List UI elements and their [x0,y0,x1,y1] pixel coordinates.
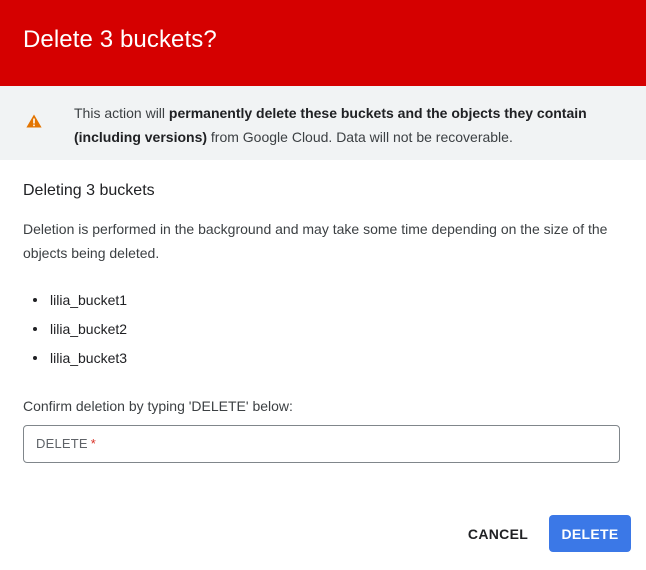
bullet-icon [33,327,37,331]
bucket-list: lilia_bucket1 lilia_bucket2 lilia_bucket… [23,289,127,376]
bullet-icon [33,298,37,302]
bucket-name: lilia_bucket3 [50,350,128,366]
delete-buckets-dialog: Delete 3 buckets? This action will perma… [0,0,646,570]
section-title: Deleting 3 buckets [23,182,155,199]
warning-text-part2: from Google Cloud. Data will not be reco… [207,129,513,145]
bullet-icon [33,356,37,360]
warning-icon [26,114,42,128]
cancel-button[interactable]: CANCEL [460,517,536,551]
confirm-label: Confirm deletion by typing 'DELETE' belo… [23,398,293,414]
bucket-name: lilia_bucket2 [50,321,128,337]
list-item: lilia_bucket1 [23,289,127,318]
list-item: lilia_bucket3 [23,347,127,376]
required-marker: * [90,436,97,451]
input-placeholder: DELETE * [36,436,96,452]
placeholder-text: DELETE [36,436,88,451]
delete-button[interactable]: DELETE [549,515,631,552]
section-description: Deletion is performed in the background … [23,221,608,261]
dialog-title: Delete 3 buckets? [23,26,217,53]
confirm-delete-input[interactable]: DELETE * [23,425,620,463]
warning-text: This action will permanently delete thes… [74,101,634,149]
dialog-header: Delete 3 buckets? [0,0,646,86]
warning-text-part1: This action will [74,105,169,121]
bucket-name: lilia_bucket1 [50,292,128,308]
list-item: lilia_bucket2 [23,318,127,347]
